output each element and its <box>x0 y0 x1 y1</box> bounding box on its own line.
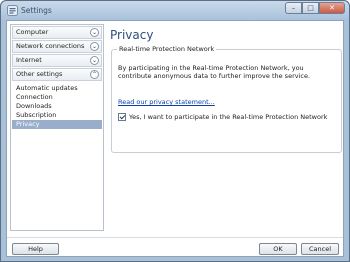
chevron-up-icon[interactable]: ⌃ <box>90 70 99 79</box>
category-label: Network connections <box>16 42 85 50</box>
category-label: Other settings <box>16 70 63 78</box>
sidebar-item-privacy[interactable]: Privacy <box>12 120 102 129</box>
settings-sidebar: Computer ⌄ Network connections ⌄ Interne… <box>10 24 104 231</box>
cancel-button[interactable]: Cancel <box>301 243 339 255</box>
dialog-client-area: Computer ⌄ Network connections ⌄ Interne… <box>6 20 344 257</box>
participate-checkbox[interactable] <box>118 113 126 121</box>
participate-label: Yes, I want to participate in the Real-t… <box>129 113 328 121</box>
other-settings-list: Automatic updates Connection Downloads S… <box>12 84 102 129</box>
window-controls: – □ ✕ <box>285 2 345 15</box>
settings-content: Privacy Real-time Protection Network By … <box>107 24 342 231</box>
participate-option[interactable]: Yes, I want to participate in the Real-t… <box>118 113 327 121</box>
chevron-down-icon[interactable]: ⌄ <box>90 28 99 37</box>
close-button[interactable]: ✕ <box>319 2 345 14</box>
app-icon <box>7 5 18 16</box>
sidebar-item-downloads[interactable]: Downloads <box>12 102 102 111</box>
sidebar-item-subscription[interactable]: Subscription <box>12 111 102 120</box>
sidebar-category-other-settings[interactable]: Other settings ⌃ <box>12 68 102 81</box>
category-label: Computer <box>16 28 49 36</box>
title-bar[interactable]: Settings – □ ✕ <box>1 1 349 20</box>
ok-button[interactable]: OK <box>259 243 297 255</box>
sidebar-category-computer[interactable]: Computer ⌄ <box>12 26 102 39</box>
maximize-button[interactable]: □ <box>302 2 319 14</box>
page-title: Privacy <box>110 28 154 42</box>
sidebar-category-internet[interactable]: Internet ⌄ <box>12 54 102 67</box>
settings-window: Settings – □ ✕ Computer ⌄ Network connec… <box>0 0 350 262</box>
chevron-down-icon[interactable]: ⌄ <box>90 42 99 51</box>
sidebar-category-network-connections[interactable]: Network connections ⌄ <box>12 40 102 53</box>
sidebar-item-connection[interactable]: Connection <box>12 93 102 102</box>
group-title: Real-time Protection Network <box>117 45 217 53</box>
privacy-statement-link[interactable]: Read our privacy statement... <box>118 98 215 106</box>
chevron-down-icon[interactable]: ⌄ <box>90 56 99 65</box>
group-description: By participating in the Real-time Protec… <box>118 64 311 80</box>
window-title: Settings <box>21 6 52 15</box>
help-button[interactable]: Help <box>12 243 59 255</box>
sidebar-item-automatic-updates[interactable]: Automatic updates <box>12 84 102 93</box>
footer-divider <box>7 237 343 238</box>
minimize-button[interactable]: – <box>285 2 302 14</box>
rtpn-group: Real-time Protection Network By particip… <box>111 45 342 153</box>
category-label: Internet <box>16 56 42 64</box>
